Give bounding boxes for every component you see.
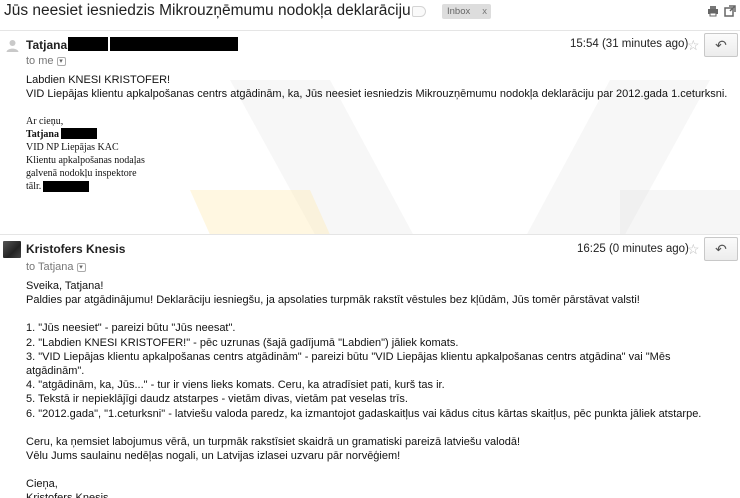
body-line: Kristofers Knesis <box>26 491 701 498</box>
print-icon[interactable] <box>707 5 719 18</box>
reply-button[interactable]: ↶ <box>704 33 738 57</box>
redaction-bar <box>68 37 108 51</box>
label-tag-icon[interactable] <box>412 6 426 17</box>
redaction-bar <box>43 181 89 192</box>
message-timestamp: 15:54 (31 minutes ago) <box>570 38 689 50</box>
chevron-down-icon[interactable]: ▾ <box>56 56 66 66</box>
body-line: 5. Tekstā ir nepieklājīgi daudz atstarpe… <box>26 393 408 406</box>
remove-label-icon[interactable]: x <box>482 4 487 19</box>
avatar <box>3 241 21 258</box>
body-line: Vēlu Jums saulainu nedēļas nogali, un La… <box>26 450 401 463</box>
reply-button[interactable]: ↶ <box>704 237 738 261</box>
sender-name[interactable]: Tatjana <box>26 38 67 52</box>
body-line: VID Liepājas klientu apkalpošanas centrs… <box>26 88 728 100</box>
greeting-line: Labdien KNESI KRISTOFER! <box>26 74 171 86</box>
recipient-text: to Tatjana <box>26 261 74 273</box>
new-window-icon[interactable] <box>724 5 736 18</box>
message-card: Tatjana to me ▾ 15:54 (31 minutes ago) ☆ … <box>0 30 740 230</box>
redaction-bar <box>110 37 238 51</box>
sender-name[interactable]: Kristofers Knesis <box>26 242 125 256</box>
avatar <box>6 40 19 52</box>
message-timestamp: 16:25 (0 minutes ago) <box>577 243 689 255</box>
signature-phone-label: tālr. <box>26 181 42 192</box>
inbox-label-text: Inbox <box>447 6 471 17</box>
sender-name-text: Tatjana <box>26 38 68 52</box>
reply-icon: ↶ <box>715 37 727 53</box>
chevron-down-icon[interactable]: ▾ <box>76 262 86 272</box>
subject-bar: Jūs neesiet iesniedzis Mikrouzņēmumu nod… <box>0 0 740 24</box>
inbox-label-chip[interactable]: Inbox x <box>442 4 491 19</box>
redaction-bar <box>61 128 97 139</box>
message-body: Sveika, Tatjana! Paldies par atgādinājumu… <box>26 279 701 498</box>
recipient-text: to me <box>26 55 54 67</box>
body-line: 6. "2012.gada", "1.ceturksni" - latviešu… <box>26 407 702 420</box>
signature-line: galvenā nodokļu inspektore <box>26 168 137 179</box>
body-line: Ceru, ka ņemsiet labojumus vērā, un turp… <box>26 435 521 448</box>
body-line: 2. "Labdien KNESI KRISTOFER!" - pēc uzru… <box>26 336 459 349</box>
signature-line: VID NP Liepājas KAC <box>26 142 119 153</box>
signature-line: Klientu apkalpošanas nodaļas <box>26 155 145 166</box>
body-line: 4. "atgādinām, ka, Jūs..." - tur ir vien… <box>26 379 445 392</box>
body-line: 1. "Jūs neesiet" - pareizi būtu "Jūs nee… <box>26 322 236 335</box>
body-line: Paldies par atgādinājumu! Deklarāciju ie… <box>26 294 640 307</box>
reply-icon: ↶ <box>715 241 727 257</box>
body-line: Sveika, Tatjana! <box>26 280 104 292</box>
body-line: 3. "VID Liepājas klientu apkalpošanas ce… <box>26 350 671 363</box>
signature-name: Tatjana <box>26 129 59 140</box>
signature: Ar cieņu, Tatjana VID NP Liepājas KAC Kl… <box>26 115 145 193</box>
email-subject: Jūs neesiet iesniedzis Mikrouzņēmumu nod… <box>4 2 411 19</box>
signature-closing: Ar cieņu, <box>26 116 64 127</box>
recipient-line[interactable]: to Tatjana ▾ <box>26 261 86 273</box>
star-icon[interactable]: ☆ <box>687 38 700 52</box>
body-line: atgādinām". <box>26 365 85 378</box>
body-line: Cieņa, <box>26 478 58 491</box>
sender-name-text: Kristofers Knesis <box>26 242 126 256</box>
recipient-line[interactable]: to me ▾ <box>26 55 66 67</box>
message-body: Labdien KNESI KRISTOFER! VID Liepājas kl… <box>26 73 727 101</box>
message-card: Kristofers Knesis to Tatjana ▾ 16:25 (0 m… <box>0 234 740 498</box>
star-icon[interactable]: ☆ <box>687 242 700 256</box>
